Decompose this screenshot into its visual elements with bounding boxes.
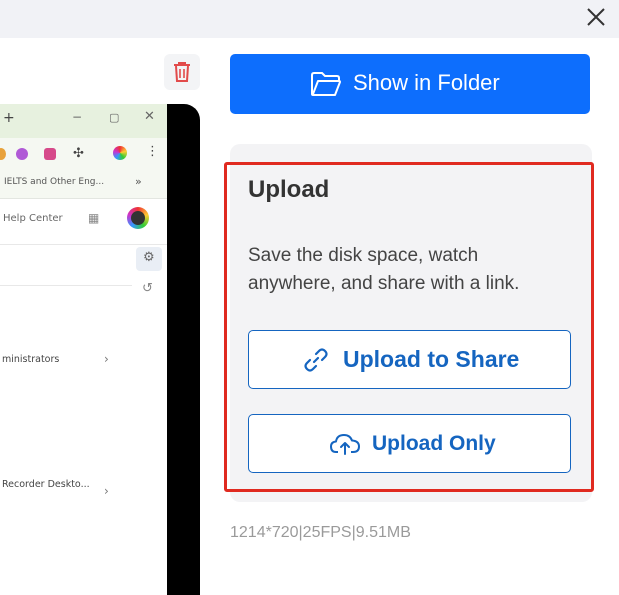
help-center-link: Help Center xyxy=(3,213,63,224)
extension-icon xyxy=(44,148,56,160)
grid-icon: ▦ xyxy=(88,211,100,225)
minimize-icon: − xyxy=(72,110,83,124)
upload-to-share-label: Upload to Share xyxy=(343,346,520,372)
avatar-icon xyxy=(127,207,149,229)
plus-icon: + xyxy=(3,110,15,126)
upload-description: Save the disk space, watch anywhere, and… xyxy=(248,245,520,294)
show-in-folder-label: Show in Folder xyxy=(353,70,500,95)
divider xyxy=(0,244,167,245)
upload-title: Upload xyxy=(248,176,330,203)
chevron-right-icon: › xyxy=(104,352,109,366)
puzzle-icon: ✣ xyxy=(73,146,84,161)
bookmark-label: IELTS and Other Eng... xyxy=(4,177,105,187)
preview-tab-bar: + − ▢ ✕ xyxy=(0,104,167,138)
settings-icon: ⚙ xyxy=(136,247,162,271)
list-item: Recorder Deskto... xyxy=(2,479,90,490)
menu-icon: ⋮ xyxy=(146,144,159,159)
chevron-right-icon: › xyxy=(104,484,109,498)
upload-to-share-button[interactable]: Upload to Share xyxy=(248,330,571,389)
show-in-folder-button[interactable]: Show in Folder xyxy=(230,54,590,114)
link-icon xyxy=(304,348,328,372)
trash-icon xyxy=(174,62,190,82)
bookmark-more-icon: » xyxy=(135,175,142,188)
title-bar xyxy=(0,0,619,38)
preview-toolbar: ✣ ⋮ xyxy=(0,138,167,172)
restore-icon: ▢ xyxy=(109,111,120,124)
extension-icon xyxy=(0,148,6,160)
cloud-upload-icon xyxy=(330,434,360,455)
upload-only-button[interactable]: Upload Only xyxy=(248,414,571,473)
upload-only-label: Upload Only xyxy=(372,432,496,455)
history-icon: ↺ xyxy=(142,281,153,296)
extension-icon xyxy=(16,148,28,160)
profile-icon xyxy=(113,146,127,160)
folder-icon xyxy=(311,72,341,96)
delete-button[interactable] xyxy=(164,54,200,90)
close-tab-icon: ✕ xyxy=(144,109,155,124)
video-meta: 1214*720|25FPS|9.51MB xyxy=(230,524,411,541)
divider xyxy=(0,285,132,286)
list-item: ministrators xyxy=(2,354,60,365)
close-icon[interactable] xyxy=(583,4,609,30)
